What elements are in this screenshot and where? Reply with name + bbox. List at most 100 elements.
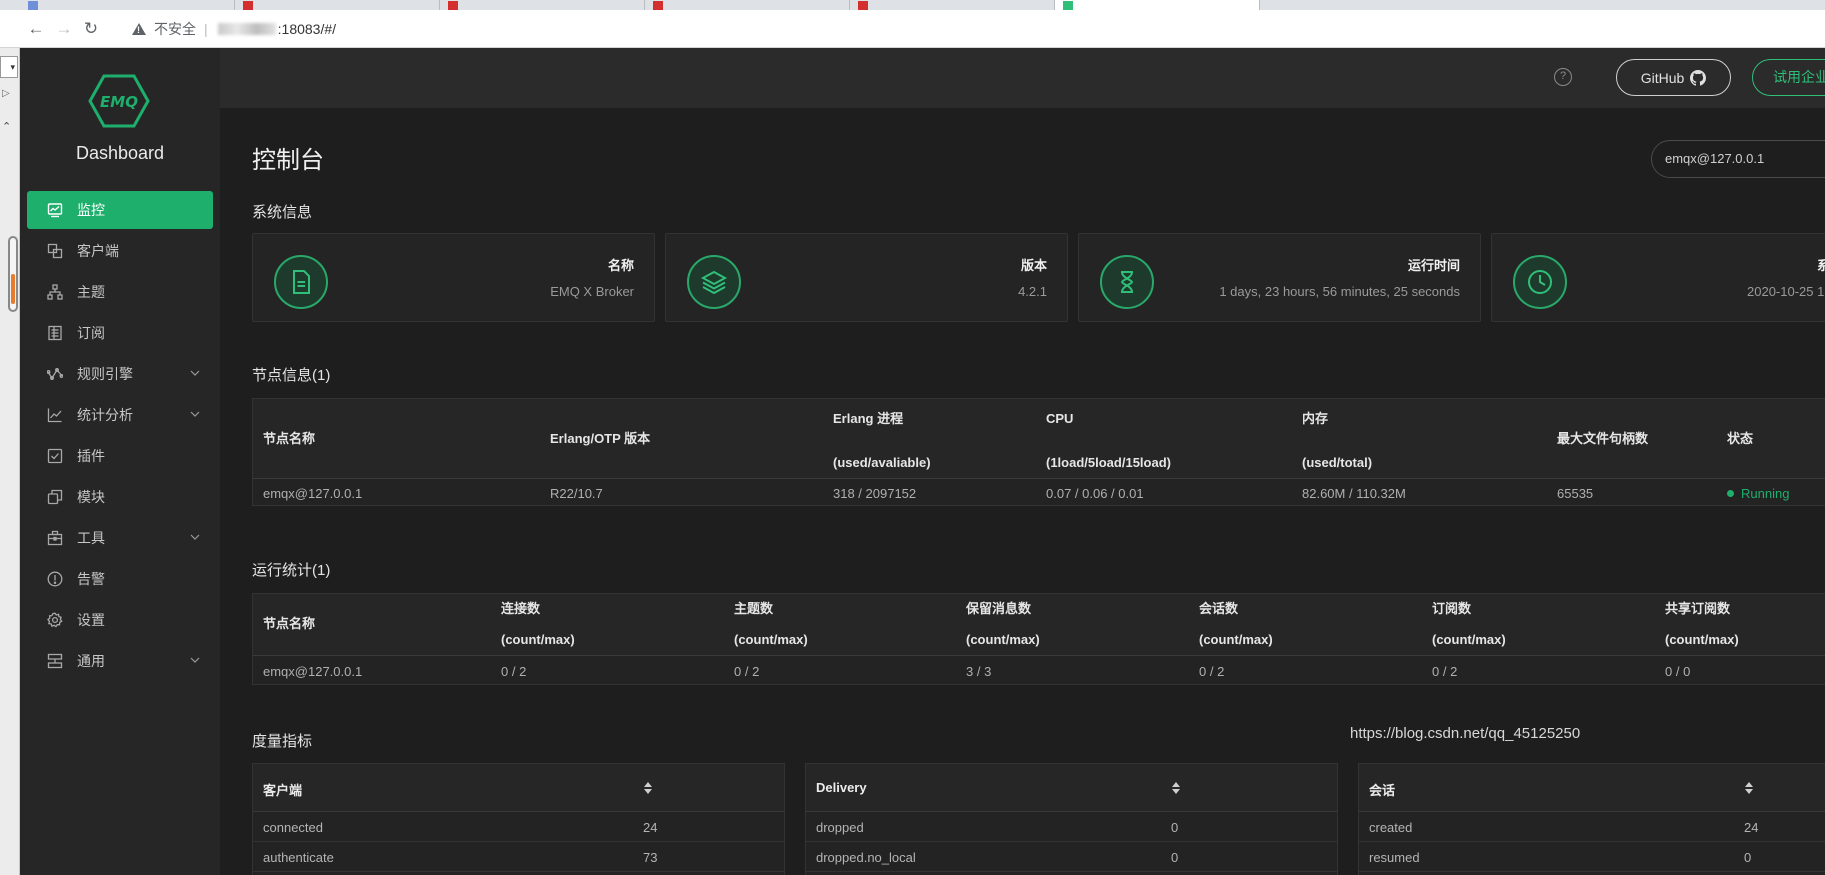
tab-favicon xyxy=(653,1,663,10)
sidebar-item-alarm[interactable]: 告警 xyxy=(27,560,213,598)
github-button[interactable]: GitHub xyxy=(1616,59,1731,96)
brand-title: Dashboard xyxy=(75,143,165,163)
sort-icon[interactable] xyxy=(1744,780,1754,796)
sidebar-item-plugins[interactable]: 插件 xyxy=(27,437,213,475)
help-icon[interactable]: ? xyxy=(1554,68,1572,86)
frame-select[interactable]: ▾ xyxy=(0,56,18,78)
monitor-icon xyxy=(47,202,63,218)
sidebar-item-tools[interactable]: 工具 xyxy=(27,519,213,557)
metric-value: 0 xyxy=(1744,850,1752,865)
table-row: dropped 0 xyxy=(806,812,1337,842)
forward-icon[interactable]: → xyxy=(53,18,75,40)
card-value: 2020-10-25 1 xyxy=(1747,284,1825,299)
card-value: 4.2.1 xyxy=(1018,284,1047,299)
main-content: 控制台 emqx@127.0.0.1 系统信息 名称 EMQ X Broker … xyxy=(220,108,1825,875)
clients-icon xyxy=(47,243,63,259)
sidebar-item-monitor[interactable]: 监控 xyxy=(27,191,213,229)
back-icon[interactable]: ← xyxy=(25,18,47,40)
card-label: 系 xyxy=(1817,258,1825,273)
sidebar-menu: 监控 客户端 主题 订阅 规则引擎 统计分析 插件 模块 工具 告警 设置 通用 xyxy=(27,191,213,683)
panel-title: 客户端 xyxy=(263,783,303,798)
col-header-otp-version: Erlang/OTP 版本 xyxy=(550,431,651,446)
chevron-down-icon xyxy=(190,657,200,663)
col-header-status: 状态 xyxy=(1727,431,1754,446)
sidebar-item-settings[interactable]: 设置 xyxy=(27,601,213,639)
col-header-sub: (count/max) xyxy=(966,632,1040,647)
browser-tab[interactable] xyxy=(850,0,1055,10)
cell-node-name: emqx@127.0.0.1 xyxy=(263,664,363,679)
alarm-icon xyxy=(47,571,63,587)
sort-icon[interactable] xyxy=(1171,780,1181,796)
sidebar-item-label: 规则引擎 xyxy=(77,366,133,382)
left-edge-panel: ▾ ▷ ⌃ xyxy=(0,48,20,875)
sidebar-item-label: 设置 xyxy=(77,612,105,628)
cell-otp-version: R22/10.7 xyxy=(550,486,603,501)
run-stats-table: 节点名称 连接数 (count/max) 主题数 (count/max) 保留消… xyxy=(252,593,1825,685)
github-icon xyxy=(1690,69,1707,86)
collapse-icon[interactable]: ⌃ xyxy=(2,120,11,133)
top-header: ? GitHub 试用企业 xyxy=(220,48,1825,108)
url-text: :18083/#/ xyxy=(277,21,337,37)
col-header-memory-sub: (used/total) xyxy=(1302,455,1373,470)
plugins-icon xyxy=(47,448,63,464)
node-info-table: 节点名称 Erlang/OTP 版本 Erlang 进程 (used/avali… xyxy=(252,398,1825,506)
col-header-retained: 保留消息数 xyxy=(966,601,1032,616)
browser-tab-strip xyxy=(0,0,1825,10)
browser-tab-active[interactable] xyxy=(1055,0,1260,10)
col-header-sub: (count/max) xyxy=(501,632,575,647)
sidebar-item-label: 主题 xyxy=(77,284,105,300)
analytics-icon xyxy=(47,407,63,423)
browser-tab[interactable] xyxy=(645,0,850,10)
info-card-uptime: 运行时间 1 days, 23 hours, 56 minutes, 25 se… xyxy=(1078,233,1481,322)
trial-enterprise-button[interactable]: 试用企业 xyxy=(1752,59,1825,96)
url-host-redacted xyxy=(217,23,276,35)
panel-title: Delivery xyxy=(816,780,867,795)
sidebar-item-label: 插件 xyxy=(77,448,105,464)
sidebar-item-clients[interactable]: 客户端 xyxy=(27,232,213,270)
sidebar-item-label: 模块 xyxy=(77,489,105,505)
card-label: 版本 xyxy=(1020,258,1047,273)
sidebar-item-label: 客户端 xyxy=(77,243,119,259)
browser-tab[interactable] xyxy=(440,0,645,10)
cell-max-fds: 65535 xyxy=(1557,486,1594,501)
chevron-down-icon xyxy=(190,534,200,540)
tab-favicon xyxy=(243,1,253,10)
play-icon[interactable]: ▷ xyxy=(2,88,10,99)
node-select[interactable]: emqx@127.0.0.1 xyxy=(1651,140,1825,178)
sidebar-item-label: 统计分析 xyxy=(77,407,133,423)
sidebar-item-general[interactable]: 通用 xyxy=(27,642,213,680)
sidebar-item-rule-engine[interactable]: 规则引擎 xyxy=(27,355,213,393)
emq-logo[interactable]: EMQ xyxy=(88,74,150,128)
topics-icon xyxy=(47,284,63,300)
sidebar-item-modules[interactable]: 模块 xyxy=(27,478,213,516)
hourglass-icon xyxy=(1100,255,1154,309)
cell-connections: 0 / 2 xyxy=(501,664,527,679)
tab-favicon xyxy=(1063,1,1073,10)
col-header-connections: 连接数 xyxy=(501,601,541,616)
col-header-shared-subscriptions: 共享订阅数 xyxy=(1665,601,1731,616)
status-dot xyxy=(1727,490,1734,498)
cell-memory: 82.60M / 110.32M xyxy=(1302,486,1406,501)
metrics-panel-sessions: 会话 created 24 resumed 0 xyxy=(1358,763,1825,875)
url-field[interactable]: 不安全 | :18083/#/ xyxy=(132,18,336,40)
sort-icon[interactable] xyxy=(643,780,653,796)
reload-icon[interactable]: ↻ xyxy=(80,18,102,40)
info-card-name: 名称 EMQ X Broker xyxy=(252,233,655,322)
sidebar-item-analytics[interactable]: 统计分析 xyxy=(27,396,213,434)
section-title-metrics: 度量指标 xyxy=(252,733,313,750)
browser-tab[interactable] xyxy=(235,0,440,10)
address-bar: ← → ↻ 不安全 | :18083/#/ xyxy=(0,10,1825,48)
scrollbar[interactable] xyxy=(8,236,18,312)
section-title-node-info: 节点信息(1) xyxy=(252,367,331,384)
general-icon xyxy=(47,653,63,669)
chevron-down-icon xyxy=(190,411,200,417)
sidebar-item-topics[interactable]: 主题 xyxy=(27,273,213,311)
metric-value: 0 xyxy=(1171,850,1179,865)
browser-tab[interactable] xyxy=(20,0,235,10)
clock-icon xyxy=(1513,255,1567,309)
cell-subscriptions: 0 / 2 xyxy=(1432,664,1458,679)
col-header-subscriptions: 订阅数 xyxy=(1432,601,1472,616)
panel-header: Delivery xyxy=(806,764,1337,812)
sidebar-item-subscriptions[interactable]: 订阅 xyxy=(27,314,213,352)
tab-favicon xyxy=(28,1,38,10)
